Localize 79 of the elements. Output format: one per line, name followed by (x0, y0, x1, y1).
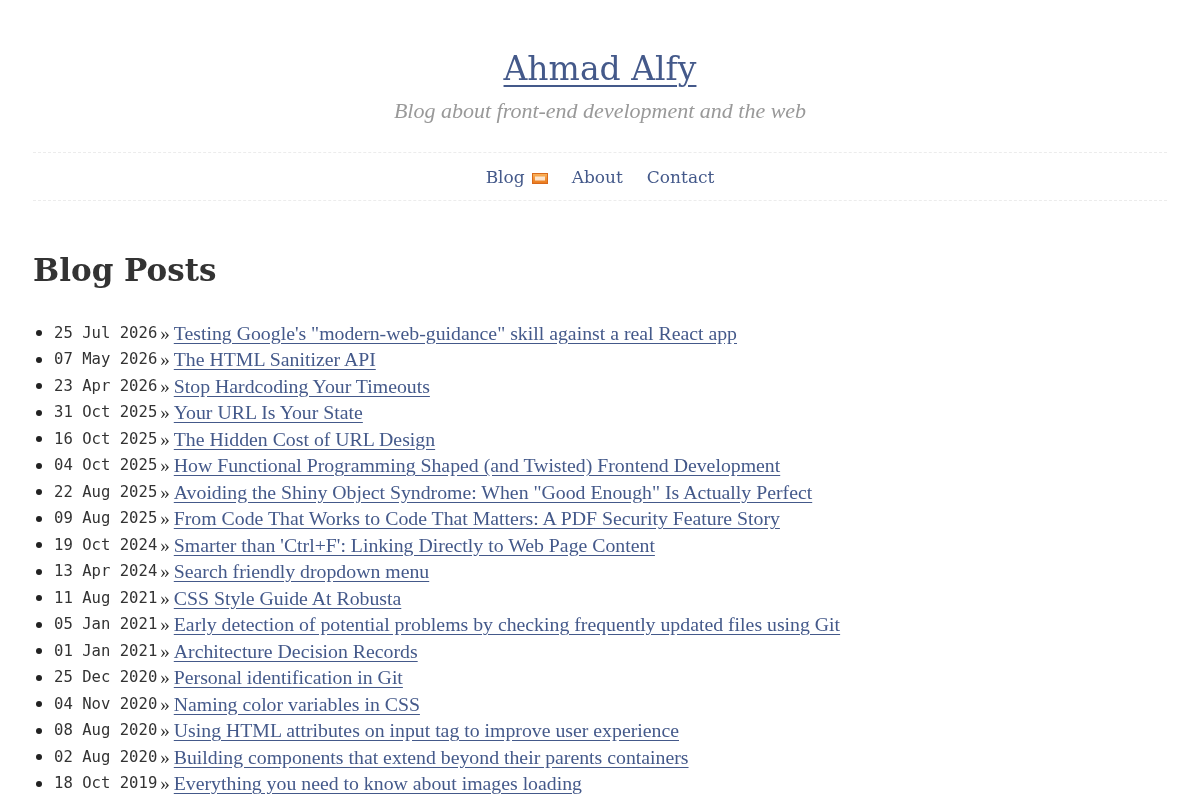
post-link[interactable]: Search friendly dropdown menu (173, 560, 430, 584)
bullet-icon (36, 595, 42, 602)
bullet-icon (36, 674, 42, 681)
separator: » (160, 402, 170, 424)
separator: » (160, 375, 170, 397)
post-date: 02 Aug 2020 (54, 747, 158, 767)
separator: » (160, 693, 170, 715)
post-link[interactable]: Testing Google's "modern-web-guidance" skill against a real React app (173, 321, 737, 345)
post-date: 18 Oct 2019 (54, 774, 158, 794)
post-link[interactable]: Early detection of potential problems by checking frequently updated files using Git (173, 613, 841, 637)
post-link[interactable]: Smarter than 'Ctrl+F': Linking Directly to Web Page Content (173, 533, 655, 557)
bullet-icon (36, 330, 42, 337)
bullet-icon (36, 462, 42, 469)
post-date: 05 Jan 2021 (54, 615, 158, 635)
post-link[interactable]: Avoiding the Shiny Object Syndrome: When "Good Enough" Is Actually Perfect (173, 480, 813, 504)
separator: » (160, 773, 170, 795)
bullet-icon (36, 542, 42, 549)
post-link[interactable]: The HTML Sanitizer API (173, 348, 376, 372)
bullet-icon (36, 356, 42, 363)
separator: » (160, 534, 170, 556)
post-link[interactable]: Using HTML attributes on input tag to improve user experience (173, 719, 679, 743)
post-date: 23 Apr 2026 (54, 376, 158, 396)
bullet-icon (36, 568, 42, 575)
bullet-icon (36, 754, 42, 761)
post-link[interactable]: Naming color variables in CSS (173, 692, 420, 716)
site-tagline: Blog about front-end development and the web (393, 97, 807, 125)
bullet-icon (36, 515, 42, 522)
bullet-icon (36, 621, 42, 628)
post-date: 07 May 2026 (54, 350, 158, 370)
post-link[interactable]: Architecture Decision Records (173, 639, 418, 663)
separator: » (160, 746, 170, 768)
nav-link[interactable]: About (571, 166, 623, 187)
post-link[interactable]: Your URL Is Your State (173, 401, 363, 425)
separator: » (160, 455, 170, 477)
post-link[interactable]: CSS Style Guide At Robusta (173, 586, 402, 610)
bullet-icon (36, 780, 42, 787)
site-title-link[interactable]: Ahmad Alfy (503, 49, 697, 88)
post-date: 22 Aug 2025 (54, 482, 158, 502)
separator: » (160, 428, 170, 450)
post-link[interactable]: Everything you need to know about images loading (173, 772, 582, 796)
post-date: 25 Jul 2026 (54, 323, 158, 343)
post-link[interactable]: Personal identification in Git (173, 666, 403, 690)
post-date: 04 Nov 2020 (54, 694, 158, 714)
post-date: 09 Aug 2025 (54, 509, 158, 529)
separator: » (160, 614, 170, 636)
post-link[interactable]: The Hidden Cost of URL Design (173, 427, 436, 451)
post-date: 31 Oct 2025 (54, 403, 158, 423)
separator: » (160, 481, 170, 503)
bullet-icon (36, 489, 42, 496)
separator: » (160, 667, 170, 689)
post-date: 16 Oct 2025 (54, 429, 158, 449)
post-link[interactable]: Building components that extend beyond their parents containers (173, 745, 689, 769)
post-date: 13 Apr 2024 (54, 562, 158, 582)
post-date: 08 Aug 2020 (54, 721, 158, 741)
separator: » (160, 720, 170, 742)
nav-link[interactable]: Blog (485, 166, 525, 187)
separator: » (160, 322, 170, 344)
bullet-icon (36, 383, 42, 390)
post-link[interactable]: Stop Hardcoding Your Timeouts (173, 374, 430, 398)
post-link[interactable]: From Code That Works to Code That Matters: A PDF Security Feature Story (173, 507, 780, 531)
separator: » (160, 508, 170, 530)
nav-link[interactable]: Contact (646, 166, 715, 187)
separator: » (160, 561, 170, 583)
separator: » (160, 640, 170, 662)
rss-feed-icon[interactable] (531, 173, 548, 184)
bullet-icon (36, 436, 42, 443)
bullet-icon (36, 648, 42, 655)
post-date: 25 Dec 2020 (54, 668, 158, 688)
post-date: 01 Jan 2021 (54, 641, 158, 661)
post-date: 04 Oct 2025 (54, 456, 158, 476)
page-heading: Blog Posts (33, 251, 217, 290)
separator: » (160, 587, 170, 609)
post-date: 11 Aug 2021 (54, 588, 158, 608)
bullet-icon (36, 701, 42, 708)
bullet-icon (36, 727, 42, 734)
post-date: 19 Oct 2024 (54, 535, 158, 555)
bullet-icon (36, 409, 42, 416)
post-link[interactable]: How Functional Programming Shaped (and Twisted) Frontend Development (173, 454, 781, 478)
separator: » (160, 349, 170, 371)
